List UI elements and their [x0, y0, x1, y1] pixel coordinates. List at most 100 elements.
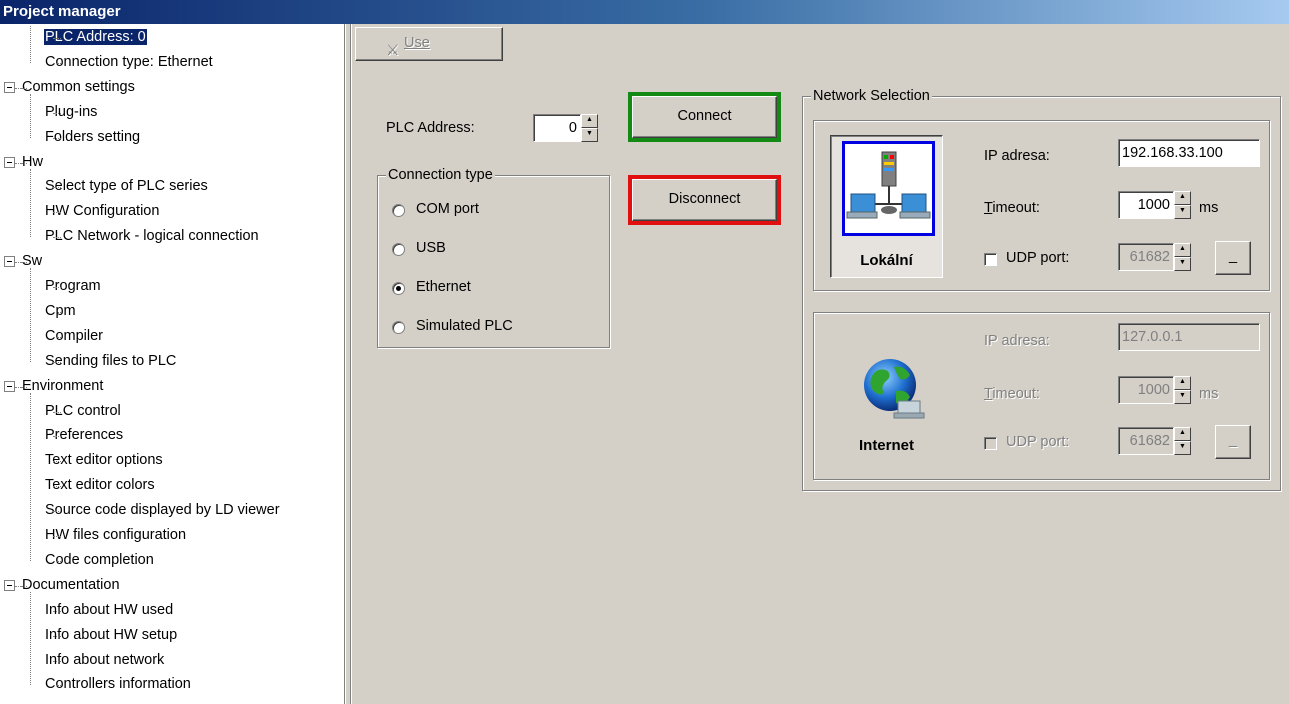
- spin-up-icon[interactable]: ▲: [1174, 191, 1191, 205]
- connection-type-option-label[interactable]: COM port: [416, 201, 479, 217]
- tree-connector: [53, 187, 61, 189]
- tree-item[interactable]: Controllers information: [41, 673, 192, 698]
- main-panel: ⚔ Use PLC Address: 0 ▲ ▼ Connect Disconn…: [351, 24, 1289, 704]
- tree-item[interactable]: Sending files to PLC: [41, 350, 177, 375]
- tree-item[interactable]: HW files configuration: [41, 524, 187, 549]
- tree-connector: [53, 38, 61, 39]
- tree-item[interactable]: Preferences: [41, 424, 124, 449]
- connection-type-radio[interactable]: [392, 243, 405, 256]
- collapse-icon[interactable]: [4, 156, 15, 168]
- internet-udp-checkbox[interactable]: [984, 437, 997, 450]
- local-udp-field[interactable]: 61682: [1118, 243, 1174, 271]
- tree-item[interactable]: Code completion: [41, 549, 155, 574]
- internet-timeout-spinner[interactable]: ▲ ▼: [1174, 376, 1191, 404]
- tree-item[interactable]: Environment: [21, 375, 104, 400]
- spin-up-icon[interactable]: ▲: [1174, 243, 1191, 257]
- tree-item[interactable]: Folders setting: [41, 126, 141, 151]
- local-timeout-field[interactable]: 1000: [1118, 191, 1174, 219]
- tree-connector: [21, 386, 27, 388]
- tree-item[interactable]: Source code displayed by LD viewer: [41, 499, 281, 524]
- collapse-icon[interactable]: [4, 380, 15, 392]
- tree-item[interactable]: Connection type: Ethernet: [41, 51, 214, 76]
- tree-item[interactable]: Info about HW setup: [41, 624, 178, 649]
- local-ip-field[interactable]: 192.168.33.100: [1118, 139, 1260, 167]
- tree-item[interactable]: Info about network: [41, 649, 165, 674]
- tree-item[interactable]: Plug-ins: [41, 101, 98, 126]
- tree-item[interactable]: PLC Address: 0: [41, 26, 148, 51]
- plc-address-field[interactable]: 0: [533, 114, 581, 142]
- local-udp-browse-button[interactable]: _: [1215, 241, 1251, 275]
- connection-type-radio[interactable]: [392, 282, 405, 295]
- tree-connector: [21, 262, 27, 264]
- use-icon: ⚔: [386, 42, 400, 59]
- spin-down-icon[interactable]: ▼: [1174, 257, 1191, 271]
- spin-down-icon[interactable]: ▼: [1174, 390, 1191, 404]
- tree-connector: [53, 436, 61, 438]
- collapse-icon[interactable]: [4, 256, 15, 268]
- tree-item[interactable]: Text editor options: [41, 449, 164, 474]
- tree-item[interactable]: Documentation: [21, 574, 121, 599]
- spin-down-icon[interactable]: ▼: [581, 128, 598, 142]
- connection-type-option-label[interactable]: Ethernet: [416, 279, 471, 295]
- tree-item-label: Compiler: [45, 327, 104, 344]
- connection-type-option-label[interactable]: USB: [416, 240, 446, 256]
- internet-globe-icon: [860, 357, 930, 423]
- tree-connector: [15, 386, 21, 388]
- internet-udp-field[interactable]: 61682: [1118, 427, 1174, 455]
- use-button[interactable]: ⚔ Use: [355, 27, 503, 61]
- local-mode-label: Lokální: [860, 252, 913, 269]
- spin-up-icon[interactable]: ▲: [1174, 427, 1191, 441]
- tree-item[interactable]: PLC Network - logical connection: [41, 225, 260, 250]
- spin-down-icon[interactable]: ▼: [1174, 205, 1191, 219]
- spin-up-icon[interactable]: ▲: [1174, 376, 1191, 390]
- tree-item[interactable]: Info about HW used: [41, 599, 174, 624]
- tree-item[interactable]: Cpm: [41, 300, 77, 325]
- tree-connector: [53, 62, 61, 64]
- tree-connector: [53, 411, 61, 413]
- local-udp-spinner[interactable]: ▲ ▼: [1174, 243, 1191, 271]
- tree-item[interactable]: Compiler: [41, 325, 104, 350]
- spin-down-icon[interactable]: ▼: [1174, 441, 1191, 455]
- internet-network-panel: Internet IP adresa: 127.0.0.1 Timeout: 1…: [813, 312, 1270, 480]
- local-timeout-spinner[interactable]: ▲ ▼: [1174, 191, 1191, 219]
- tree-item[interactable]: Sw: [21, 250, 43, 275]
- local-timeout-label: Timeout:: [984, 200, 1040, 216]
- tree-connector: [30, 392, 31, 561]
- tree-item[interactable]: HW Configuration: [41, 200, 160, 225]
- collapse-icon[interactable]: [4, 579, 15, 591]
- tree-item[interactable]: Program: [41, 275, 102, 300]
- tree-item[interactable]: PLC control: [41, 400, 122, 425]
- connection-type-option-label[interactable]: Simulated PLC: [416, 318, 513, 334]
- project-tree[interactable]: PLC Address: 0 Connection type: Ethernet C…: [0, 24, 345, 704]
- local-udp-checkbox[interactable]: [984, 253, 997, 266]
- tree-item[interactable]: Common settings: [21, 76, 136, 101]
- plc-address-spinner[interactable]: ▲ ▼: [581, 114, 598, 142]
- spin-up-icon[interactable]: ▲: [581, 114, 598, 128]
- collapse-icon[interactable]: [4, 81, 15, 93]
- tree-item[interactable]: Select type of PLC series: [41, 175, 209, 200]
- internet-timeout-field[interactable]: 1000: [1118, 376, 1174, 404]
- disconnect-button[interactable]: Disconnect: [632, 179, 777, 221]
- tree-item-label: Folders setting: [45, 128, 141, 145]
- tree-connector: [53, 511, 61, 513]
- internet-timeout-label-rest: imeout:: [992, 386, 1040, 402]
- window-title: Project manager: [0, 0, 1289, 24]
- connect-button[interactable]: Connect: [632, 96, 777, 138]
- tree-item-label: Text editor options: [45, 452, 163, 469]
- connection-type-radio[interactable]: [392, 321, 405, 334]
- internet-udp-spinner[interactable]: ▲ ▼: [1174, 427, 1191, 455]
- tree-item[interactable]: Hw: [21, 151, 44, 176]
- tree-item-label: Select type of PLC series: [45, 178, 208, 195]
- tree-item-label: Cpm: [45, 302, 76, 319]
- internet-udp-browse-button[interactable]: _: [1215, 425, 1251, 459]
- connection-type-radio[interactable]: [392, 204, 405, 217]
- tree-connector: [53, 536, 61, 537]
- plc-address-label: PLC Address:: [386, 120, 475, 136]
- internet-ip-field[interactable]: 127.0.0.1: [1118, 323, 1260, 351]
- internet-ip-label: IP adresa:: [984, 333, 1050, 349]
- tree-connector: [53, 685, 61, 687]
- tree-item-label: Program: [45, 278, 101, 294]
- local-mode-button[interactable]: Lokální: [830, 135, 943, 278]
- tree-connector: [21, 87, 27, 89]
- tree-item[interactable]: Text editor colors: [41, 474, 156, 499]
